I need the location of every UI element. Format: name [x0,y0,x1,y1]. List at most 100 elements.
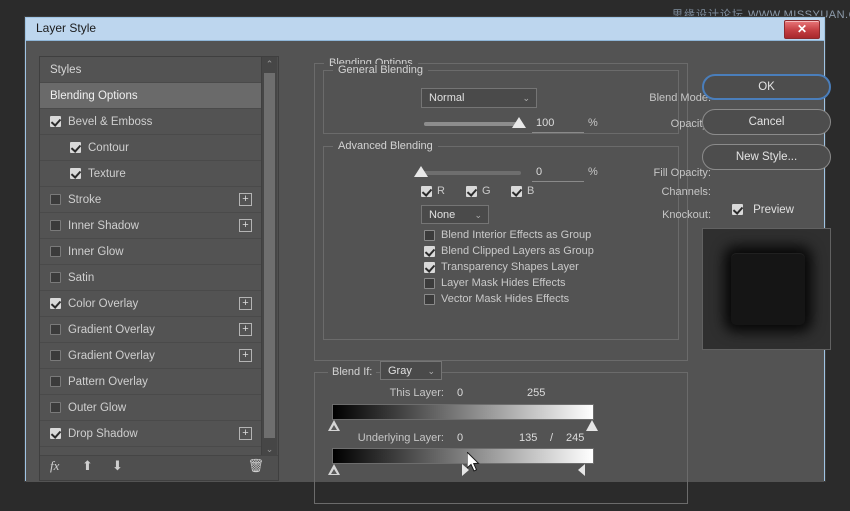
knockout-select[interactable]: None ⌄ [421,205,489,224]
channel-checkbox-g[interactable] [466,186,477,197]
opacity-slider-thumb[interactable] [512,117,526,128]
style-list-item[interactable]: Drop Shadow + [40,421,262,447]
preview-thumbnail [702,228,831,350]
style-item-label: Stroke [68,194,102,206]
style-list-item[interactable]: Texture [40,161,262,187]
opacity-value[interactable]: 100 [536,117,554,129]
style-item-checkbox[interactable] [70,141,81,153]
underlying-black-slider[interactable] [328,464,340,476]
fill-opacity-value[interactable]: 0 [536,166,542,178]
style-item-checkbox[interactable] [50,193,61,205]
dialog-titlebar[interactable]: Layer Style ✕ [26,18,824,41]
style-item-checkbox[interactable] [50,245,61,257]
blend-mode-label: Blend Mode: [649,92,711,104]
advanced-option-checkbox[interactable] [424,246,435,257]
fx-icon[interactable]: fx [50,458,59,474]
style-item-checkbox[interactable] [70,167,81,179]
styles-scrollbar[interactable]: ⌃ ⌄ [261,57,277,456]
style-list-item[interactable]: Contour [40,135,262,161]
style-item-checkbox[interactable] [50,297,61,309]
styles-list[interactable]: Styles Blending Options Bevel & Emboss Cont… [40,57,262,456]
styles-header-label: Styles [50,64,82,76]
style-item-checkbox[interactable] [50,375,61,387]
style-list-item[interactable]: Bevel & Emboss [40,109,262,135]
channel-checkbox-b[interactable] [511,186,522,197]
style-item-checkbox[interactable] [50,271,61,283]
add-effect-icon[interactable]: + [239,193,252,206]
fill-opacity-slider-track[interactable] [421,171,521,175]
this-layer-low-value[interactable]: 0 [457,387,463,399]
blend-if-channel-select[interactable]: Gray ⌄ [380,361,442,380]
style-list-item[interactable]: Gradient Overlay + [40,343,262,369]
opacity-slider-track[interactable] [424,122,521,126]
preview-label: Preview [753,204,794,217]
dialog-title: Layer Style [36,21,97,35]
underlying-high-a-value[interactable]: 135 [519,432,537,444]
this-layer-high-value[interactable]: 255 [527,387,545,399]
style-list-item[interactable]: Pattern Overlay [40,369,262,395]
this-layer-white-slider[interactable] [586,420,598,432]
style-list-item[interactable]: Satin [40,265,262,291]
style-item-checkbox[interactable] [50,427,61,439]
underlying-layer-gradient[interactable] [332,448,594,464]
channel-label-g: G [482,185,491,197]
add-effect-icon[interactable]: + [239,323,252,336]
style-item-checkbox[interactable] [50,349,61,361]
add-effect-icon[interactable]: + [239,219,252,232]
fill-opacity-value-underline [532,181,584,182]
style-list-item[interactable]: Color Overlay + [40,291,262,317]
scrollbar-thumb[interactable] [264,73,275,438]
style-list-item[interactable]: Outer Glow [40,395,262,421]
style-item-checkbox[interactable] [50,323,61,335]
this-layer-gradient[interactable] [332,404,594,420]
ok-button[interactable]: OK [702,74,831,100]
underlying-high-b-value[interactable]: 245 [566,432,584,444]
advanced-option-checkbox[interactable] [424,294,435,305]
this-layer-black-slider[interactable] [328,420,340,432]
style-item-label: Blending Options [50,90,138,102]
general-blending-caption: General Blending [333,64,429,76]
trash-icon[interactable]: 🗑 [247,458,264,474]
advanced-option-checkbox[interactable] [424,230,435,241]
fill-opacity-slider-thumb[interactable] [414,166,428,177]
add-effect-icon[interactable]: + [239,427,252,440]
style-item-checkbox[interactable] [50,401,61,413]
style-item-label: Inner Glow [68,246,124,258]
style-item-checkbox[interactable] [50,219,61,231]
opacity-value-underline [532,132,584,133]
channel-checkbox-r[interactable] [421,186,432,197]
cancel-button[interactable]: Cancel [702,109,831,135]
move-up-icon[interactable]: ⬆ [82,458,93,474]
advanced-option-label: Blend Clipped Layers as Group [441,245,594,257]
underlying-white-slider-right-half[interactable] [578,464,585,476]
preview-checkbox[interactable] [732,203,743,215]
style-item-label: Drop Shadow [68,428,138,440]
style-list-item[interactable]: Inner Shadow + [40,213,262,239]
advanced-option-checkbox[interactable] [424,278,435,289]
this-layer-label: This Layer: [389,387,444,399]
scroll-up-icon[interactable]: ⌃ [262,57,277,71]
dialog-body: Styles Blending Options Bevel & Emboss Cont… [26,41,831,504]
move-down-icon[interactable]: ⬇ [112,458,123,474]
add-effect-icon[interactable]: + [239,349,252,362]
style-list-item[interactable]: Gradient Overlay + [40,317,262,343]
close-button[interactable]: ✕ [784,20,820,39]
advanced-option-checkbox[interactable] [424,262,435,273]
styles-list-header: Styles [40,57,262,83]
style-list-item[interactable]: Stroke + [40,187,262,213]
underlying-separator: / [550,432,554,444]
style-item-label: Satin [68,272,95,284]
fill-opacity-unit: % [588,166,598,178]
style-item-label: Color Overlay [68,298,139,310]
style-item-label: Outer Glow [68,402,127,414]
style-list-item[interactable]: Blending Options [40,83,262,109]
style-list-item[interactable]: Inner Glow [40,239,262,265]
underlying-white-slider-left-half[interactable] [462,464,469,476]
advanced-option-label: Vector Mask Hides Effects [441,293,570,305]
add-effect-icon[interactable]: + [239,297,252,310]
style-item-checkbox[interactable] [50,115,61,127]
scroll-down-icon[interactable]: ⌄ [262,442,277,456]
underlying-low-value[interactable]: 0 [457,432,463,444]
new-style-button[interactable]: New Style... [702,144,831,170]
blend-mode-select[interactable]: Normal ⌄ [421,88,537,108]
